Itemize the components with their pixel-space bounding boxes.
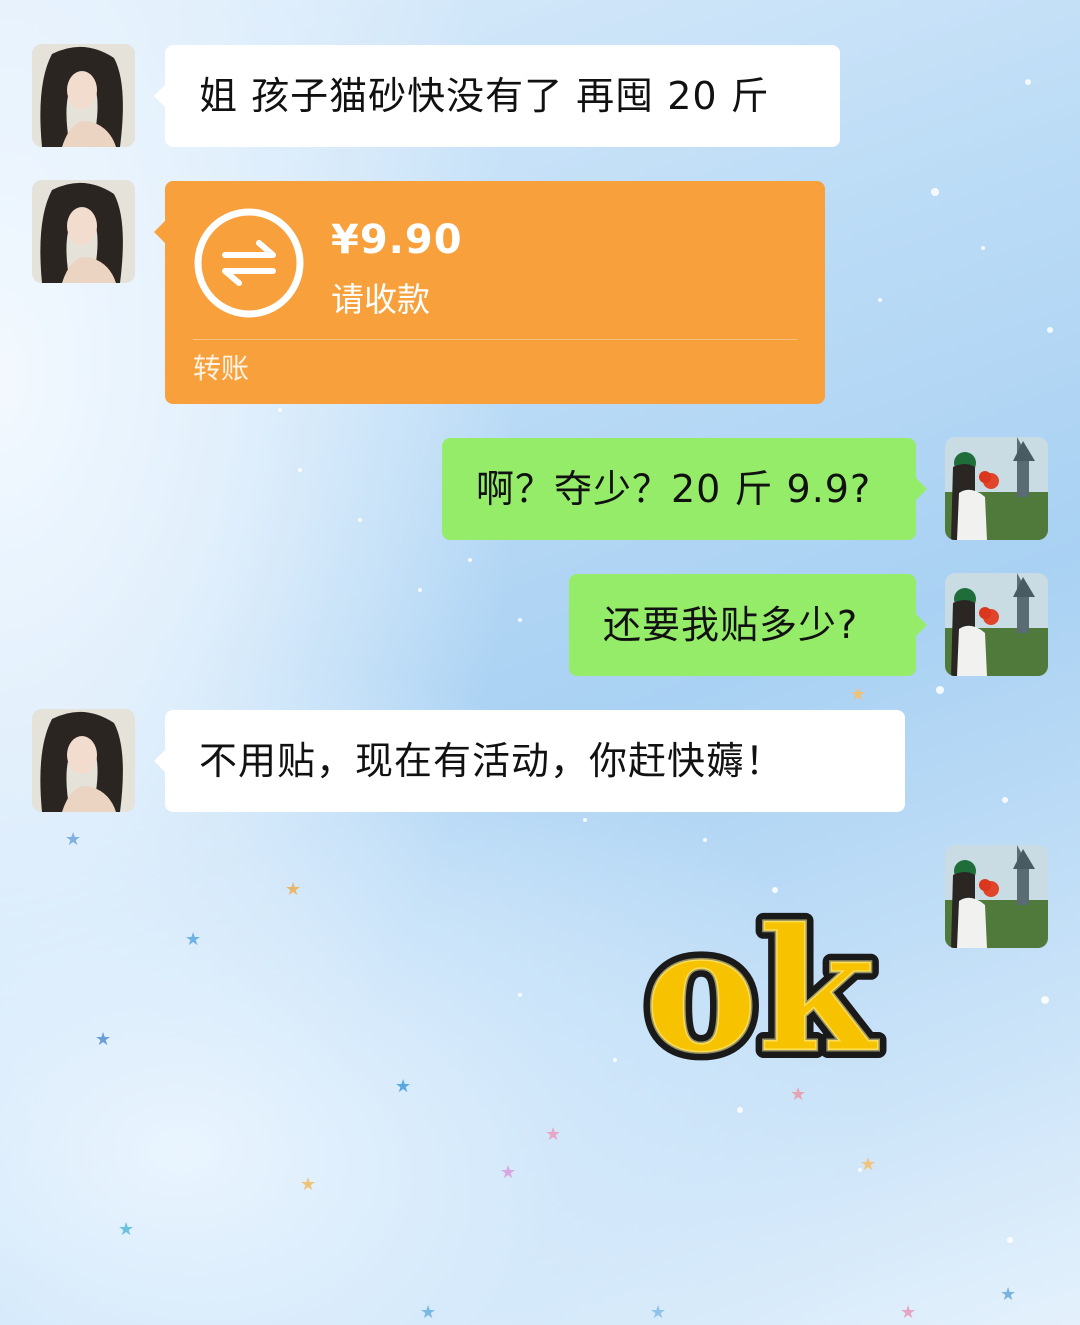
message-bubble-incoming[interactable]: 姐 孩子猫砂快没有了 再囤 20 斤 xyxy=(154,45,840,147)
transfer-divider xyxy=(193,339,797,340)
self-avatar[interactable] xyxy=(945,437,1048,540)
contact-avatar[interactable] xyxy=(32,44,135,147)
svg-text:★: ★ xyxy=(95,1029,111,1050)
svg-text:★: ★ xyxy=(185,929,201,950)
contact-avatar[interactable] xyxy=(32,180,135,283)
svg-text:★: ★ xyxy=(420,1302,436,1323)
svg-text:★: ★ xyxy=(900,1302,916,1323)
svg-text:★: ★ xyxy=(545,1124,561,1145)
ok-sticker-art: ok ok xyxy=(636,900,886,1075)
sticker-text-highlight: ok xyxy=(644,900,878,1075)
self-avatar-image xyxy=(945,845,1048,948)
message-bubble-outgoing[interactable]: 还要我贴多少? xyxy=(569,574,927,676)
contact-avatar-image xyxy=(32,709,135,812)
svg-text:★: ★ xyxy=(65,829,81,850)
svg-text:★: ★ xyxy=(790,1084,806,1105)
self-avatar-image xyxy=(945,573,1048,676)
contact-avatar-image xyxy=(32,44,135,147)
message-text: 姐 孩子猫砂快没有了 再囤 20 斤 xyxy=(199,74,770,118)
message-bubble-incoming[interactable]: 不用贴，现在有活动，你赶快薅！ xyxy=(154,710,905,812)
svg-text:★: ★ xyxy=(300,1174,316,1195)
contact-avatar-image xyxy=(32,180,135,283)
svg-text:★: ★ xyxy=(860,1154,876,1175)
self-avatar-image xyxy=(945,437,1048,540)
self-avatar[interactable] xyxy=(945,845,1048,948)
transfer-status: 请收款 xyxy=(331,280,430,319)
message-text: 还要我贴多少? xyxy=(603,603,859,647)
svg-text:★: ★ xyxy=(500,1162,516,1183)
contact-avatar[interactable] xyxy=(32,709,135,812)
message-bubble-outgoing[interactable]: 啊？夺少？20 斤 9.9? xyxy=(442,438,927,540)
message-text: 不用贴，现在有活动，你赶快薅！ xyxy=(199,739,785,783)
ok-sticker[interactable]: ok ok xyxy=(605,900,915,1075)
message-text: 啊？夺少？20 斤 9.9? xyxy=(476,467,872,511)
svg-text:★: ★ xyxy=(1000,1284,1016,1305)
self-avatar[interactable] xyxy=(945,573,1048,676)
transfer-card[interactable]: ¥9.90 请收款 转账 xyxy=(154,181,825,404)
svg-text:★: ★ xyxy=(850,684,866,705)
svg-text:★: ★ xyxy=(395,1076,411,1097)
transfer-arrows-icon xyxy=(193,207,305,319)
svg-text:★: ★ xyxy=(285,879,301,900)
svg-text:★: ★ xyxy=(650,1302,666,1323)
svg-text:★: ★ xyxy=(118,1219,134,1240)
transfer-amount: ¥9.90 xyxy=(331,217,463,263)
transfer-label: 转账 xyxy=(193,352,250,385)
